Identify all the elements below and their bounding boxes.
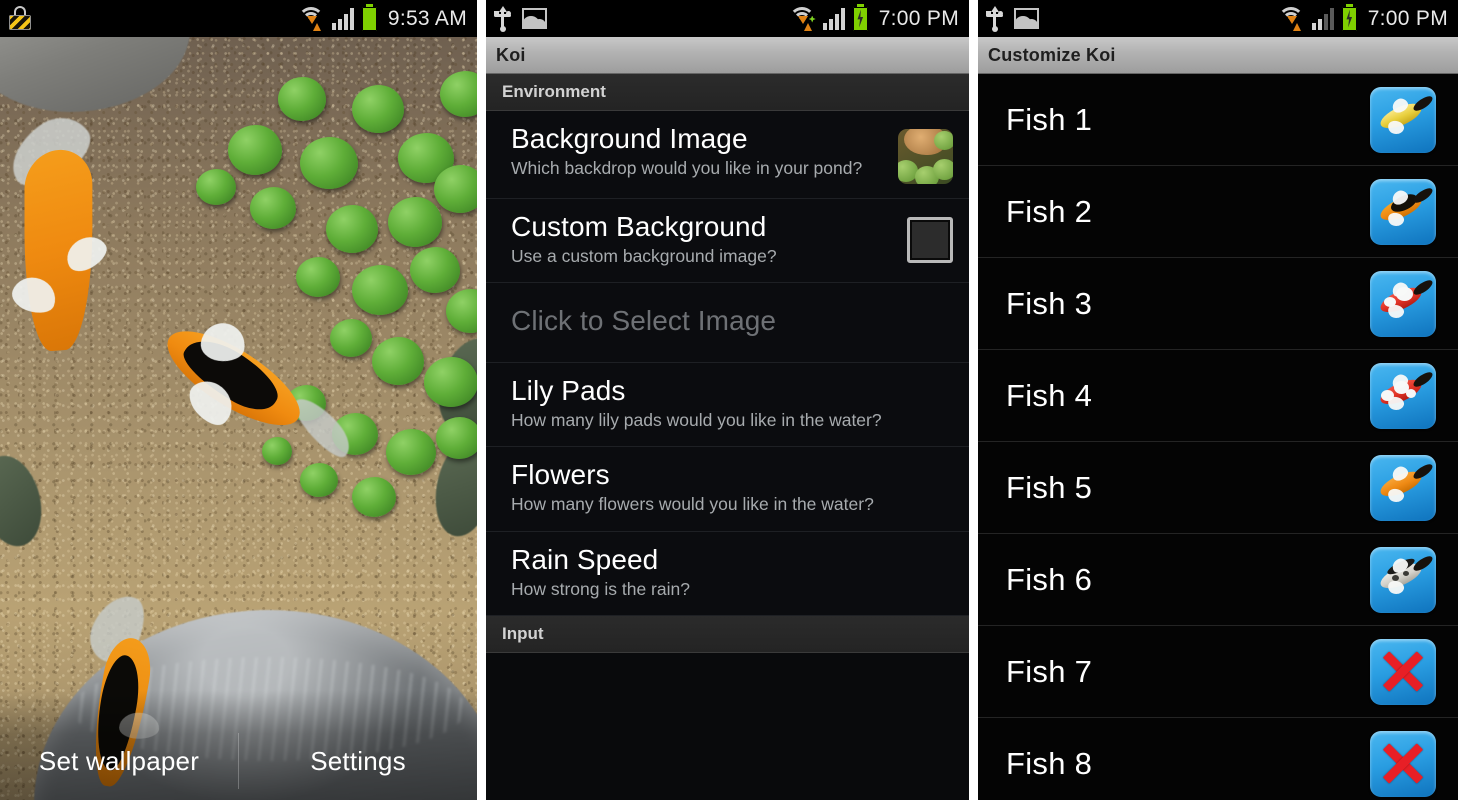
fish-label: Fish 4 xyxy=(1006,377,1093,413)
panel-koi-settings: 7:00 PM Koi Environment Background Image… xyxy=(486,0,969,800)
wallpaper-action-bar: Set wallpaper Settings xyxy=(0,722,477,800)
fish-list[interactable]: Fish 1 Fish 2 Fish 3 Fish 4 Fish 5 Fish … xyxy=(978,74,1458,800)
wallpaper-preview-surface[interactable]: Set wallpaper Settings xyxy=(0,17,477,800)
disabled-x-icon[interactable] xyxy=(1370,730,1436,797)
custom-background-checkbox[interactable] xyxy=(907,217,953,263)
section-header-environment: Environment xyxy=(486,74,969,111)
fish-label: Fish 2 xyxy=(1006,193,1093,229)
pref-row-rain-speed[interactable]: Rain Speed How strong is the rain? xyxy=(486,531,969,616)
pref-accessory[interactable] xyxy=(898,123,953,184)
fish-label: Fish 3 xyxy=(1006,285,1093,321)
signal-icon xyxy=(822,7,845,30)
pref-text-block: Background Image Which backdrop would yo… xyxy=(511,123,886,180)
pref-title: Click to Select Image xyxy=(511,305,777,337)
panel-gap-1 xyxy=(477,0,486,800)
fish-label: Fish 7 xyxy=(1006,653,1093,689)
pref-summary: Use a custom background image? xyxy=(511,246,777,267)
status-bar-middle-icons xyxy=(494,5,547,32)
pref-text-block: Click to Select Image xyxy=(511,305,953,337)
panel-live-wallpaper-preview: 9:53 AM Set wallpaper Settings xyxy=(0,0,477,800)
pref-accessory[interactable] xyxy=(907,211,953,263)
fish-row-1[interactable]: Fish 1 xyxy=(978,74,1458,166)
settings-button[interactable]: Settings xyxy=(239,746,477,777)
status-bar-right-icons: 9:53 AM xyxy=(297,3,467,31)
fish-label: Fish 5 xyxy=(1006,469,1093,505)
page-title: Customize Koi xyxy=(988,45,1116,65)
pref-summary: How strong is the rain? xyxy=(511,578,690,599)
usb-icon xyxy=(986,5,1003,32)
pref-summary: How many flowers would you like in the w… xyxy=(511,494,874,515)
pref-title: Flowers xyxy=(511,459,610,491)
gallery-icon xyxy=(522,8,547,29)
status-bar-right-left-icons xyxy=(986,5,1039,32)
status-bar-clock: 7:00 PM xyxy=(878,6,959,30)
pref-text-block: Custom Background Use a custom backgroun… xyxy=(511,211,895,268)
page-title: Koi xyxy=(496,45,526,65)
battery-charging-icon xyxy=(852,3,868,31)
status-bar-middle: 7:00 PM xyxy=(486,0,969,37)
panel-customize-koi: 7:00 PM Customize Koi Fish 1 Fish 2 Fish… xyxy=(978,0,1458,800)
signal-icon-weak xyxy=(1311,7,1334,30)
battery-icon xyxy=(361,3,377,31)
panel-gap-2 xyxy=(969,0,978,800)
koi-dark-white-icon[interactable] xyxy=(1370,546,1436,613)
fish-label: Fish 1 xyxy=(1006,101,1093,137)
pref-summary: Which backdrop would you like in your po… xyxy=(511,158,863,179)
preference-list[interactable]: Environment Background Image Which backd… xyxy=(486,74,969,800)
fish-row-8[interactable]: Fish 8 xyxy=(978,718,1458,800)
signal-icon xyxy=(331,7,354,30)
disabled-x-icon[interactable] xyxy=(1370,638,1436,705)
pref-row-background-image[interactable]: Background Image Which backdrop would yo… xyxy=(486,111,969,199)
pref-row-lily-pads[interactable]: Lily Pads How many lily pads would you l… xyxy=(486,362,969,448)
wifi-icon xyxy=(297,6,324,31)
pref-summary: How many lily pads would you like in the… xyxy=(511,409,882,430)
pref-row-custom-background[interactable]: Custom Background Use a custom backgroun… xyxy=(486,199,969,284)
fish-row-7[interactable]: Fish 7 xyxy=(978,626,1458,718)
usb-icon xyxy=(494,5,511,32)
status-bar-clock: 7:00 PM xyxy=(1367,6,1448,30)
pref-title: Custom Background xyxy=(511,211,767,242)
fish-row-3[interactable]: Fish 3 xyxy=(978,258,1458,350)
battery-charging-icon xyxy=(1341,3,1357,31)
fish-label: Fish 6 xyxy=(1006,561,1093,597)
title-bar-koi: Koi xyxy=(486,37,969,74)
background-thumbnail-icon[interactable] xyxy=(898,129,953,184)
fish-row-4[interactable]: Fish 4 xyxy=(978,350,1458,442)
section-header-input: Input xyxy=(486,616,969,653)
status-bar-right: 7:00 PM xyxy=(978,0,1458,37)
pref-text-block: Flowers How many flowers would you like … xyxy=(511,459,953,516)
pref-row-flowers[interactable]: Flowers How many flowers would you like … xyxy=(486,447,969,532)
gallery-icon xyxy=(1014,8,1039,29)
pref-text-block: Rain Speed How strong is the rain? xyxy=(511,544,953,601)
status-bar-right-right-icons: 7:00 PM xyxy=(1277,3,1448,31)
koi-black-orange-icon[interactable] xyxy=(1370,178,1436,245)
fish-row-6[interactable]: Fish 6 xyxy=(978,534,1458,626)
pref-title: Lily Pads xyxy=(511,374,626,406)
fish-label: Fish 8 xyxy=(1006,745,1093,781)
status-bar-left-icons xyxy=(8,6,32,31)
lock-icon xyxy=(8,6,32,31)
fish-row-5[interactable]: Fish 5 xyxy=(978,442,1458,534)
fish-row-2[interactable]: Fish 2 xyxy=(978,166,1458,258)
koi-red-white-icon[interactable] xyxy=(1370,270,1436,337)
pref-title: Background Image xyxy=(511,123,748,154)
koi-yellow-icon[interactable] xyxy=(1370,86,1436,153)
wifi-icon xyxy=(1277,6,1304,31)
set-wallpaper-button[interactable]: Set wallpaper xyxy=(0,746,238,777)
pref-row-select-image: Click to Select Image xyxy=(486,283,969,363)
status-bar-middle-right-icons: 7:00 PM xyxy=(788,3,959,31)
koi-orange-icon[interactable] xyxy=(1370,454,1436,521)
screenshot-root: 9:53 AM Set wallpaper Settings 7:00 PM K… xyxy=(0,0,1458,800)
title-bar-customize-koi: Customize Koi xyxy=(978,37,1458,74)
pref-text-block: Lily Pads How many lily pads would you l… xyxy=(511,375,953,432)
status-bar-clock: 9:53 AM xyxy=(387,6,467,30)
wifi-icon xyxy=(788,6,816,31)
koi-red-white-icon[interactable] xyxy=(1370,362,1436,429)
status-bar-left: 9:53 AM xyxy=(0,0,477,37)
pref-title: Rain Speed xyxy=(511,543,659,575)
